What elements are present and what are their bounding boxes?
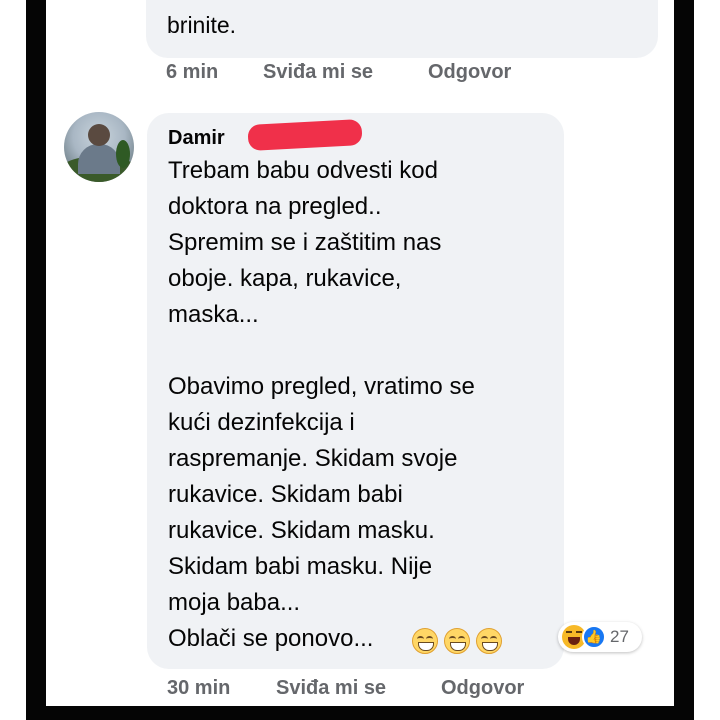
reaction-summary[interactable]: 👍 27: [558, 622, 642, 652]
comment-thread: brinite. 6 min Sviđa mi se Odgovor Damir…: [46, 0, 674, 706]
comment-bubble: Damir Trebam babu odvesti kod doktora na…: [147, 113, 564, 669]
comment-line: rukavice. Skidam babi: [168, 481, 403, 508]
comment-line: Obavimo pregled, vratimo se: [168, 373, 475, 400]
photo-frame-left: [26, 0, 46, 720]
previous-comment-reply-button[interactable]: Odgovor: [428, 61, 511, 84]
photo-frame-bottom: [26, 706, 694, 720]
comment-line: rukavice. Skidam masku.: [168, 517, 435, 544]
comment-reply-button[interactable]: Odgovor: [441, 677, 524, 700]
photo-frame-right: [674, 0, 694, 720]
grinning-squinting-face-icon: [476, 628, 502, 654]
grinning-squinting-face-icon: [412, 628, 438, 654]
reaction-count: 27: [610, 627, 629, 646]
comment-line: maska...: [168, 301, 259, 328]
comment-line: Trebam babu odvesti kod: [168, 157, 438, 184]
comment-line-last: Oblači se ponovo...: [168, 625, 374, 652]
comment-line: moja baba...: [168, 589, 301, 616]
comment-time[interactable]: 30 min: [167, 677, 230, 700]
redaction-mark: [247, 119, 363, 151]
comment-line: Spremim se i zaštitim nas: [168, 229, 442, 256]
comment-line: doktora na pregled..: [168, 193, 382, 220]
comment-line: oboje. kapa, rukavice,: [168, 265, 402, 292]
previous-comment-bubble: brinite.: [146, 0, 658, 58]
previous-comment-text: brinite.: [167, 12, 237, 38]
comment-like-button[interactable]: Sviđa mi se: [276, 677, 386, 700]
comment-line: kući dezinfekcija i: [168, 409, 355, 436]
comment-line: Skidam babi masku. Nije: [168, 553, 433, 580]
avatar[interactable]: [64, 112, 134, 182]
comment-author[interactable]: Damir: [168, 127, 225, 150]
previous-comment-like-button[interactable]: Sviđa mi se: [263, 61, 373, 84]
comment-line: raspremanje. Skidam svoje: [168, 445, 458, 472]
grinning-squinting-face-icon: [444, 628, 470, 654]
like-reaction-icon: 👍: [582, 625, 606, 649]
previous-comment-time[interactable]: 6 min: [166, 61, 218, 84]
